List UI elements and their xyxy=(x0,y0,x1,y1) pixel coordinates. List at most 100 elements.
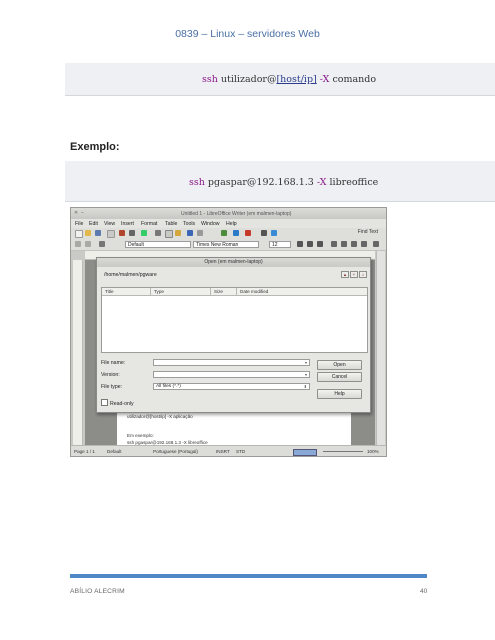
open-button[interactable]: Open xyxy=(317,360,362,370)
command-user: pgaspar@192.168.1.3 xyxy=(207,177,314,188)
checkbox-icon xyxy=(101,399,108,406)
footer-author: ABÍLIO ALECRIM xyxy=(70,588,125,595)
file-list[interactable]: Title Type Size Date modified xyxy=(101,287,368,353)
menu-file[interactable]: File xyxy=(75,221,83,227)
file-type-label: File type: xyxy=(101,384,123,390)
status-style: Default xyxy=(107,449,122,454)
back-icon[interactable] xyxy=(75,241,81,247)
command-user: utilizador@ xyxy=(220,74,277,85)
forward-icon[interactable] xyxy=(85,241,91,247)
folder-up-icon[interactable]: ▴ xyxy=(341,271,349,278)
window-titlebar: ✕ – Untitled 1 - LibreOffice Writer (em … xyxy=(71,208,386,219)
status-selection: STD xyxy=(236,449,246,454)
paragraph-style-select[interactable]: Default xyxy=(125,241,191,248)
pdf-icon[interactable] xyxy=(119,230,125,236)
align-center-icon[interactable] xyxy=(341,241,347,247)
align-left-icon[interactable] xyxy=(331,241,337,247)
command-host: [host/ip] xyxy=(276,74,317,85)
status-language: Portuguese (Portugal) xyxy=(153,449,198,454)
close-icon[interactable]: ✕ xyxy=(74,211,79,216)
command-rest: libreoffice xyxy=(329,177,379,188)
redo-icon[interactable] xyxy=(197,230,203,236)
copy-icon[interactable] xyxy=(165,230,173,238)
menu-edit[interactable]: Edit xyxy=(89,221,98,227)
version-label: Version: xyxy=(101,372,120,378)
command-rest: comando xyxy=(332,74,377,85)
column-type[interactable]: Type xyxy=(154,289,164,294)
column-size[interactable]: Size xyxy=(214,289,223,294)
find-text-field[interactable]: Find Text xyxy=(358,229,378,235)
file-list-header: Title Type Size Date modified xyxy=(102,288,367,296)
status-zoom: 100% xyxy=(367,449,379,454)
formatting-toolbar: Default Times New Roman 12 xyxy=(71,239,386,251)
underline-icon[interactable] xyxy=(317,241,323,247)
print-icon[interactable] xyxy=(129,230,135,236)
libreoffice-screenshot: ✕ – Untitled 1 - LibreOffice Writer (em … xyxy=(70,207,387,457)
find-icon[interactable] xyxy=(261,230,267,236)
dialog-title: Open (em malmen-laptop) xyxy=(97,258,370,267)
align-right-icon[interactable] xyxy=(351,241,357,247)
status-mode: INSRT xyxy=(216,449,230,454)
font-name-select[interactable]: Times New Roman xyxy=(193,241,259,248)
vertical-ruler xyxy=(73,260,83,445)
file-type-select[interactable]: All files (*.*) ⬍ xyxy=(153,383,310,390)
image-icon[interactable] xyxy=(233,230,239,236)
save-icon[interactable] xyxy=(95,230,101,236)
menu-format[interactable]: Format xyxy=(141,221,157,227)
section-label: Exemplo: xyxy=(70,141,120,153)
menu-table[interactable]: Table xyxy=(165,221,177,227)
doc-line: Em exemplo: xyxy=(127,433,154,438)
paste-icon[interactable] xyxy=(175,230,181,236)
column-date-modified[interactable]: Date modified xyxy=(240,289,268,294)
read-only-label: Read-only xyxy=(110,401,134,407)
list-icon[interactable] xyxy=(373,241,379,247)
undo-icon[interactable] xyxy=(187,230,193,236)
chart-icon[interactable] xyxy=(245,230,251,236)
window-title: Untitled 1 - LibreOffice Writer (em malm… xyxy=(181,211,292,217)
home-icon[interactable]: ⌂ xyxy=(359,271,367,278)
styles-icon[interactable] xyxy=(99,241,105,247)
cancel-button[interactable]: Cancel xyxy=(317,372,362,382)
menu-help[interactable]: Help xyxy=(226,221,237,227)
email-icon[interactable] xyxy=(107,230,115,238)
command-option: -X xyxy=(316,177,327,188)
command-option: -X xyxy=(319,74,330,85)
footer-bar xyxy=(70,574,427,578)
table-icon[interactable] xyxy=(221,230,227,236)
command-keyword: ssh xyxy=(202,74,218,85)
menu-bar: File Edit View Insert Format Table Tools… xyxy=(71,219,386,228)
italic-icon[interactable] xyxy=(307,241,313,247)
footer-page-number: 40 xyxy=(420,588,428,595)
page-header-title: 0839 – Linux – servidores Web xyxy=(175,28,320,40)
new-folder-icon[interactable]: + xyxy=(350,271,358,278)
help-button[interactable]: Help xyxy=(317,389,362,399)
open-folder-icon[interactable] xyxy=(85,230,91,236)
menu-tools[interactable]: Tools xyxy=(183,221,195,227)
read-only-checkbox[interactable]: Read-only xyxy=(101,399,134,407)
zoom-slider[interactable] xyxy=(323,451,363,452)
vertical-scrollbar[interactable] xyxy=(376,251,385,445)
dialog-path: /home/malmen/pgware xyxy=(104,272,157,278)
file-name-input[interactable]: ▾ xyxy=(153,359,310,366)
command-line-1: ssh utilizador@[host/ip] -X comando xyxy=(202,74,376,85)
status-page: Page 1 / 1 xyxy=(74,449,95,454)
command-keyword: ssh xyxy=(189,177,205,188)
menu-insert[interactable]: Insert xyxy=(121,221,134,227)
version-select[interactable]: ▾ xyxy=(153,371,310,378)
menu-view[interactable]: View xyxy=(104,221,115,227)
font-size-select[interactable]: 12 xyxy=(269,241,291,248)
justify-icon[interactable] xyxy=(361,241,367,247)
new-icon[interactable] xyxy=(75,230,83,238)
column-title[interactable]: Title xyxy=(105,289,114,294)
cut-icon[interactable] xyxy=(155,230,161,236)
file-type-value: All files (*.*) xyxy=(156,384,181,389)
status-bar: Page 1 / 1 Default Portuguese (Portugal)… xyxy=(71,445,386,456)
minimize-icon[interactable]: – xyxy=(81,211,86,216)
spellcheck-icon[interactable] xyxy=(141,230,147,236)
file-name-label: File name: xyxy=(101,360,126,366)
bold-icon[interactable] xyxy=(297,241,303,247)
navigator-icon[interactable] xyxy=(271,230,277,236)
view-layout-icon[interactable] xyxy=(293,449,317,456)
menu-window[interactable]: Window xyxy=(201,221,219,227)
doc-line: utilizador@[host/ip] -X aplicação xyxy=(127,414,193,419)
